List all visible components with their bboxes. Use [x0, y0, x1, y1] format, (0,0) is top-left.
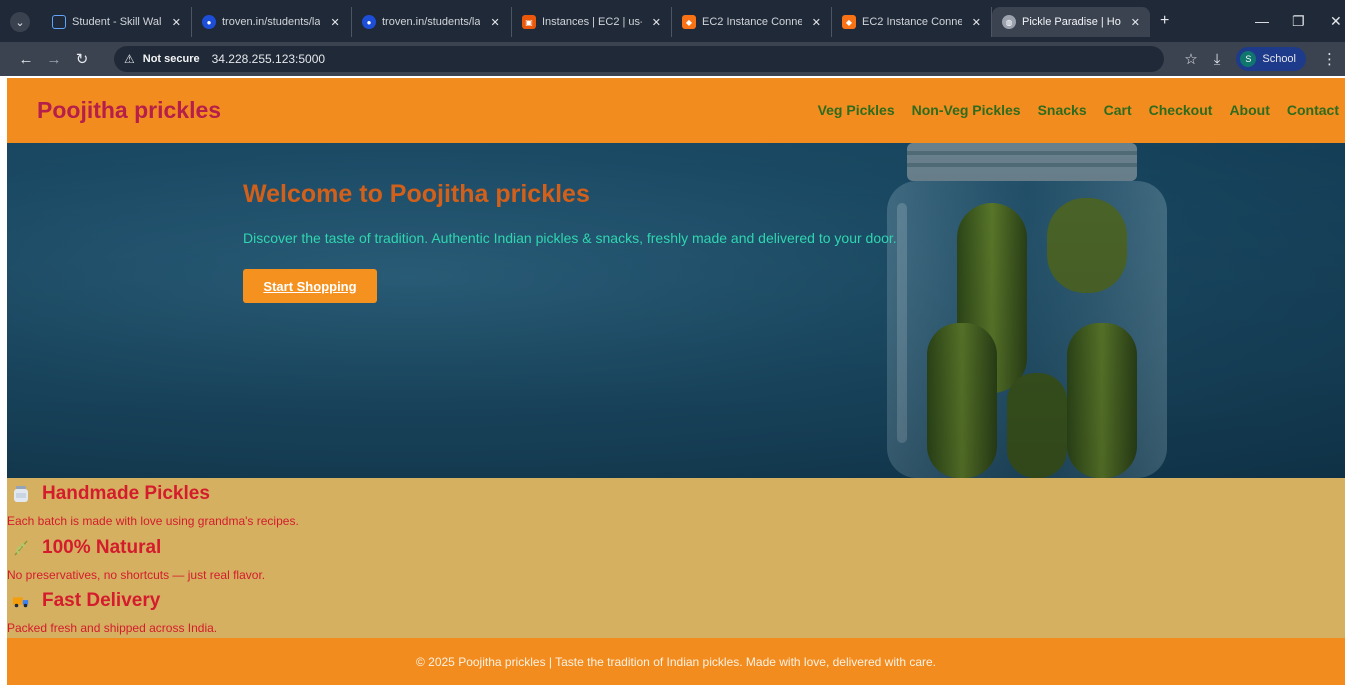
- nav-checkout[interactable]: Checkout: [1149, 102, 1213, 118]
- tab-label: Instances | EC2 | us-e: [542, 16, 642, 28]
- nav-contact[interactable]: Contact: [1287, 102, 1339, 118]
- site-header: Poojitha prickles Veg Pickles Non-Veg Pi…: [7, 78, 1345, 143]
- kebab-menu-icon[interactable]: ⋮: [1322, 50, 1337, 68]
- download-icon[interactable]: ⤓: [1214, 51, 1221, 68]
- warning-triangle-icon[interactable]: ⚠: [124, 52, 135, 66]
- feature-title: Handmade Pickles: [12, 483, 210, 505]
- tab-ec2-instances[interactable]: ▣ Instances | EC2 | us-e ✕: [512, 7, 672, 37]
- close-icon[interactable]: ✕: [330, 16, 339, 29]
- aws-cube-icon: ◆: [842, 15, 856, 29]
- star-bookmark-icon[interactable]: ☆: [1184, 50, 1197, 68]
- profile-chip[interactable]: S School: [1236, 47, 1306, 71]
- feature-title: 100% Natural: [12, 537, 161, 559]
- tab-label: troven.in/students/la: [222, 16, 321, 28]
- tab-label: EC2 Instance Connec: [862, 16, 962, 28]
- nav-non-veg-pickles[interactable]: Non-Veg Pickles: [912, 102, 1021, 118]
- jar-icon: [14, 486, 28, 502]
- footer-text: © 2025 Poojitha prickles | Taste the tra…: [415, 654, 936, 669]
- brand-logo[interactable]: Poojitha prickles: [37, 97, 221, 124]
- tab-troven-2[interactable]: ● troven.in/students/la ✕: [352, 7, 512, 37]
- tab-pickle-paradise[interactable]: ◍ Pickle Paradise | Hon ✕: [992, 7, 1150, 37]
- tab-label: Pickle Paradise | Hon: [1022, 16, 1121, 28]
- tab-ec2-connect-2[interactable]: ◆ EC2 Instance Connec ✕: [832, 7, 992, 37]
- herb-icon: [14, 540, 28, 556]
- features-section: Handmade Pickles Each batch is made with…: [7, 478, 1345, 638]
- tab-list: Student - Skill Wallet ✕ ● troven.in/stu…: [42, 6, 1179, 38]
- start-shopping-button[interactable]: Start Shopping: [243, 269, 377, 303]
- url-text[interactable]: 34.228.255.123:5000: [212, 52, 325, 66]
- feature-desc: Each batch is made with love using grand…: [7, 514, 299, 528]
- avatar: S: [1240, 51, 1257, 67]
- tab-label: troven.in/students/la: [382, 16, 481, 28]
- feature-title-text: 100% Natural: [42, 537, 162, 558]
- close-icon[interactable]: ✕: [1131, 16, 1140, 29]
- hero-subtitle: Discover the taste of tradition. Authent…: [243, 230, 897, 246]
- tab-ec2-connect-1[interactable]: ◆ EC2 Instance Connec ✕: [672, 7, 832, 37]
- aws-cube-icon: ◆: [682, 15, 696, 29]
- hero-title: Welcome to Poojitha prickles: [243, 180, 590, 208]
- forward-arrow-icon[interactable]: →: [40, 51, 68, 68]
- tab-search-chevron-icon[interactable]: ⌄: [10, 12, 30, 32]
- hero-overlay: [7, 143, 1345, 478]
- nav-snacks[interactable]: Snacks: [1038, 102, 1087, 118]
- tab-troven-1[interactable]: ● troven.in/students/la ✕: [192, 7, 352, 37]
- feature-desc: Packed fresh and shipped across India.: [7, 621, 218, 635]
- close-icon[interactable]: ✕: [172, 16, 181, 29]
- tab-label: EC2 Instance Connec: [702, 16, 802, 28]
- close-icon[interactable]: ✕: [652, 16, 661, 29]
- close-icon[interactable]: ✕: [812, 16, 821, 29]
- nav-veg-pickles[interactable]: Veg Pickles: [818, 102, 895, 118]
- aws-ec2-icon: ▣: [522, 15, 536, 29]
- troven-icon: ●: [362, 15, 376, 29]
- site-footer: © 2025 Poojitha prickles | Taste the tra…: [7, 638, 1345, 685]
- tab-label: Student - Skill Wallet: [72, 16, 162, 28]
- site-nav: Veg Pickles Non-Veg Pickles Snacks Cart …: [818, 102, 1339, 118]
- feature-desc: No preservatives, no shortcuts — just re…: [7, 568, 266, 582]
- generic-page-icon: [52, 15, 66, 29]
- restore-icon[interactable]: ❐: [1292, 8, 1305, 34]
- globe-icon: ◍: [1002, 15, 1016, 29]
- reload-icon[interactable]: ↻: [68, 50, 96, 68]
- back-arrow-icon[interactable]: ←: [12, 51, 40, 68]
- toolbar-right: ☆ ⤓ S School ⋮: [1184, 46, 1337, 72]
- nav-cart[interactable]: Cart: [1104, 102, 1132, 118]
- feature-title-text: Handmade Pickles: [42, 483, 210, 504]
- profile-label: School: [1262, 53, 1296, 65]
- nav-about[interactable]: About: [1229, 102, 1269, 118]
- close-window-icon[interactable]: ✕: [1330, 8, 1342, 34]
- hero-banner: Welcome to Poojitha prickles Discover th…: [7, 143, 1345, 478]
- close-icon[interactable]: ✕: [490, 16, 499, 29]
- new-tab-plus-icon[interactable]: +: [1150, 6, 1179, 36]
- tab-student-skill-wallet[interactable]: Student - Skill Wallet ✕: [42, 7, 192, 37]
- security-label[interactable]: Not secure: [143, 53, 200, 65]
- troven-icon: ●: [202, 15, 216, 29]
- feature-title: Fast Delivery: [12, 590, 160, 612]
- omnibox[interactable]: ⚠ Not secure 34.228.255.123:5000: [114, 46, 1164, 72]
- delivery-truck-icon: [12, 597, 29, 608]
- web-page: Poojitha prickles Veg Pickles Non-Veg Pi…: [7, 78, 1345, 685]
- feature-title-text: Fast Delivery: [42, 590, 161, 611]
- browser-tab-strip: ⌄ Student - Skill Wallet ✕ ● troven.in/s…: [0, 0, 1345, 42]
- browser-toolbar: ← → ↻ ⚠ Not secure 34.228.255.123:5000 ☆…: [0, 42, 1345, 76]
- close-icon[interactable]: ✕: [972, 16, 981, 29]
- minimize-icon[interactable]: —: [1255, 8, 1269, 34]
